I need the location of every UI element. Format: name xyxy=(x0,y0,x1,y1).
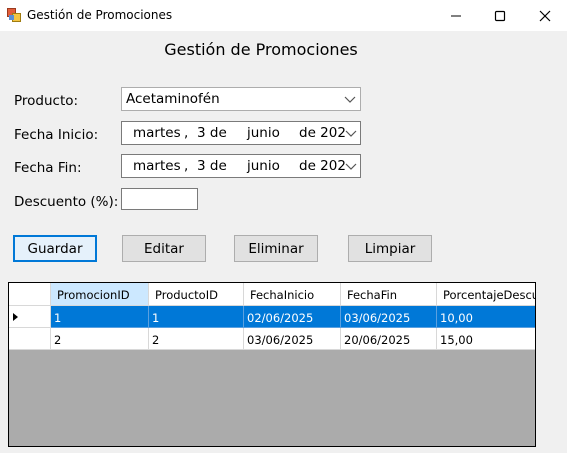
table-cell[interactable]: 03/06/2025 xyxy=(244,328,341,350)
fecha-fin-weekday[interactable]: martes xyxy=(133,158,181,174)
producto-selected-value: Acetaminofén xyxy=(126,91,220,107)
guardar-button[interactable]: Guardar xyxy=(13,235,97,262)
column-header-productoid[interactable]: ProductoID xyxy=(149,283,244,306)
app-icon[interactable] xyxy=(7,8,21,22)
producto-combobox[interactable]: Acetaminofén xyxy=(121,87,361,111)
fecha-fin-month[interactable]: junio xyxy=(247,158,280,174)
fecha-fin-separator: , xyxy=(184,158,189,174)
fecha-inicio-label: Fecha Inicio: xyxy=(14,127,99,143)
fecha-fin-day[interactable]: 3 de xyxy=(197,158,227,174)
table-cell[interactable]: 03/06/2025 xyxy=(341,306,437,328)
title-bar: Gestión de Promociones xyxy=(0,0,567,31)
descuento-input[interactable] xyxy=(121,188,198,210)
table-cell[interactable]: 02/06/2025 xyxy=(244,306,341,328)
row-header[interactable] xyxy=(9,328,51,350)
grid-header: PromocionID ProductoID FechaInicio Fecha… xyxy=(9,283,535,306)
fecha-inicio-month[interactable]: junio xyxy=(247,125,280,141)
promociones-grid[interactable]: PromocionID ProductoID FechaInicio Fecha… xyxy=(8,282,536,447)
chevron-down-icon[interactable] xyxy=(344,94,356,104)
fecha-fin-year[interactable]: de 2025 xyxy=(299,158,346,174)
fecha-inicio-picker[interactable]: martes , 3 de junio de 2025 xyxy=(121,121,361,145)
close-button[interactable] xyxy=(522,0,567,31)
descuento-label: Descuento (%): xyxy=(14,194,119,210)
close-icon xyxy=(539,10,550,21)
table-cell[interactable]: 2 xyxy=(51,328,149,350)
table-cell[interactable]: 1 xyxy=(149,306,244,328)
fecha-inicio-weekday[interactable]: martes xyxy=(133,125,181,141)
producto-label: Producto: xyxy=(14,93,79,109)
table-cell[interactable]: 2 xyxy=(149,328,244,350)
row-pointer-icon xyxy=(13,313,18,321)
minimize-button[interactable] xyxy=(433,0,478,31)
minimize-icon xyxy=(450,15,461,16)
form-heading: Gestión de Promociones xyxy=(164,40,358,59)
column-header-fechainicio[interactable]: FechaInicio xyxy=(244,283,341,306)
table-cell[interactable]: 20/06/2025 xyxy=(341,328,437,350)
maximize-icon xyxy=(494,10,505,21)
row-header[interactable] xyxy=(9,306,51,328)
table-row[interactable]: 2 2 03/06/2025 20/06/2025 15,00 xyxy=(9,328,535,350)
chevron-down-icon[interactable] xyxy=(345,128,357,138)
table-row[interactable]: 1 1 02/06/2025 03/06/2025 10,00 xyxy=(9,306,535,328)
table-cell[interactable]: 10,00 xyxy=(437,306,535,328)
editar-button[interactable]: Editar xyxy=(122,235,206,262)
limpiar-button[interactable]: Limpiar xyxy=(348,235,432,262)
fecha-fin-label: Fecha Fin: xyxy=(14,160,82,176)
eliminar-button[interactable]: Eliminar xyxy=(234,235,318,262)
fecha-inicio-separator: , xyxy=(184,125,189,141)
maximize-button[interactable] xyxy=(477,0,522,31)
fecha-fin-picker[interactable]: martes , 3 de junio de 2025 xyxy=(121,154,361,178)
fecha-inicio-year[interactable]: de 2025 xyxy=(299,125,346,141)
column-header-promocionid[interactable]: PromocionID xyxy=(51,283,149,306)
table-cell[interactable]: 15,00 xyxy=(437,328,535,350)
table-cell[interactable]: 1 xyxy=(51,306,149,328)
window-title: Gestión de Promociones xyxy=(27,8,173,22)
fecha-inicio-day[interactable]: 3 de xyxy=(197,125,227,141)
column-header-porcentajedescuento[interactable]: PorcentajeDescuento xyxy=(437,283,535,306)
grid-corner-cell[interactable] xyxy=(9,283,51,306)
chevron-down-icon[interactable] xyxy=(345,161,357,171)
column-header-fechafin[interactable]: FechaFin xyxy=(341,283,437,306)
